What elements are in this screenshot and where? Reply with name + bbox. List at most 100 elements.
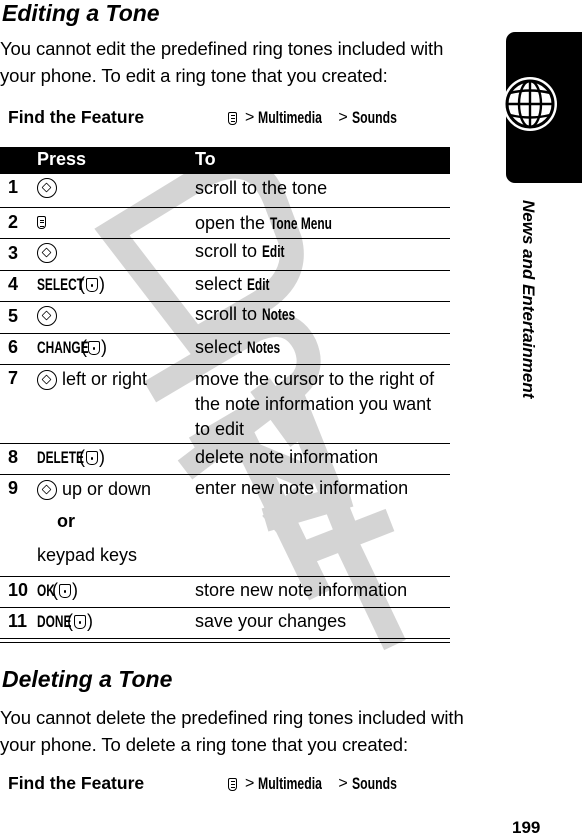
chapter-title: News and Entertainment — [512, 200, 538, 430]
action-text: scroll to — [195, 304, 263, 324]
step-action: select Notes — [195, 335, 447, 360]
menu-key-icon — [228, 777, 237, 791]
softkey-change: CHANGE — [37, 337, 89, 357]
paragraph-line: your phone. To edit a ring tone that you… — [0, 65, 388, 86]
header-to: To — [195, 149, 216, 169]
table-row: 10 OK() store new note information — [0, 577, 450, 608]
action-text: scroll to the tone — [195, 178, 328, 198]
step-number: 2 — [8, 212, 19, 232]
action-text: save your changes — [195, 611, 347, 631]
feature-path: > Multimedia > Sounds — [228, 108, 414, 128]
table-row: 8 DELETE() delete note information — [0, 444, 450, 475]
step-number: 8 — [8, 447, 19, 467]
table-row: 7 left or right move the cursor to the r… — [0, 365, 450, 444]
select-key-icon — [86, 277, 98, 292]
action-line: move the cursor to the right of — [195, 369, 435, 389]
path-item-multimedia: Multimedia — [258, 774, 323, 793]
nav-key-icon — [37, 306, 57, 326]
action-text: scroll to — [195, 241, 263, 261]
step-action: open the Tone Menu — [195, 211, 447, 236]
step-number: 6 — [8, 337, 19, 357]
instructions-table: Press To 1 scroll to the tone 2 open the… — [0, 147, 450, 643]
nav-key-icon — [37, 479, 57, 500]
path-item-sounds: Sounds — [351, 774, 397, 793]
step-number: 11 — [8, 611, 28, 631]
action-text: open the — [195, 213, 271, 233]
select-key-icon — [86, 450, 98, 465]
path-separator: > — [338, 109, 348, 126]
press-text: left or right — [62, 369, 148, 389]
step-number: 3 — [8, 243, 19, 263]
table-row: 5 scroll to Notes — [0, 302, 450, 334]
step-action: store new note information — [195, 578, 447, 603]
table-row: 3 scroll to Edit — [0, 239, 450, 271]
table-row: 1 scroll to the tone — [0, 174, 450, 208]
section-title-deleting: Deleting a Tone — [2, 666, 173, 692]
find-the-feature-label: Find the Feature — [8, 107, 145, 127]
step-action: enter new note information — [195, 476, 447, 501]
table-row: 4 SELECT() select Edit — [0, 271, 450, 302]
step-action: select Edit — [195, 272, 447, 297]
step-number: 7 — [8, 368, 19, 388]
path-separator: > — [338, 775, 348, 792]
step-number: 10 — [8, 580, 29, 600]
action-bold: Notes — [262, 305, 296, 324]
action-bold: Edit — [262, 242, 285, 261]
step-number: 9 — [8, 478, 19, 498]
select-key-icon — [59, 583, 71, 598]
path-separator: > — [245, 109, 255, 126]
action-text: delete note information — [195, 447, 379, 467]
step-number: 1 — [8, 177, 19, 197]
page-number: 199 — [512, 818, 541, 837]
table-row: 6 CHANGE() select Notes — [0, 334, 450, 365]
table-row: 2 open the Tone Menu — [0, 208, 450, 239]
step-action: move the cursor to the right of the note… — [195, 367, 447, 442]
paragraph-line: your phone. To delete a ring tone that y… — [0, 734, 409, 755]
section-title-editing: Editing a Tone — [2, 0, 160, 26]
step-action: save your changes — [195, 609, 447, 634]
action-text: select — [195, 337, 248, 357]
action-bold: Notes — [247, 338, 281, 357]
table-row: 9 up or down or keypad keys enter new no… — [0, 475, 450, 577]
nav-key-icon — [37, 243, 57, 263]
globe-icon — [503, 77, 557, 131]
header-press: Press — [37, 149, 87, 169]
action-text: select — [195, 274, 248, 294]
table-bottom-rule — [0, 639, 450, 643]
step-action: scroll to Edit — [195, 239, 447, 264]
softkey-done: DONE — [37, 611, 72, 631]
action-line: the note information you want — [195, 394, 432, 414]
action-bold: Tone Menu — [270, 214, 332, 233]
nav-key-icon — [37, 178, 57, 198]
press-or: or — [57, 511, 75, 531]
press-alt: keypad keys — [37, 545, 138, 565]
path-item-multimedia: Multimedia — [258, 108, 323, 127]
softkey-ok: OK — [37, 580, 55, 600]
action-text: enter new note information — [195, 478, 409, 498]
menu-key-icon — [37, 216, 46, 229]
select-key-icon — [74, 614, 86, 629]
paragraph-line: You cannot delete the predefined ring to… — [0, 707, 464, 728]
path-separator: > — [245, 775, 255, 792]
step-action: scroll to the tone — [195, 176, 447, 201]
nav-key-icon — [37, 369, 57, 390]
action-text: store new note information — [195, 580, 408, 600]
action-line: to edit — [195, 419, 245, 439]
softkey-delete: DELETE — [37, 447, 84, 467]
table-header: Press To — [0, 147, 450, 174]
step-number: 5 — [8, 306, 19, 326]
find-the-feature-label: Find the Feature — [8, 773, 145, 793]
softkey-select: SELECT — [37, 274, 84, 294]
table-row: 11 DONE() save your changes — [0, 608, 450, 639]
press-text: up or down — [62, 479, 152, 499]
feature-path: > Multimedia > Sounds — [228, 774, 414, 794]
select-key-icon — [88, 340, 100, 355]
paragraph-line: You cannot edit the predefined ring tone… — [0, 38, 444, 59]
path-item-sounds: Sounds — [351, 108, 397, 127]
step-number: 4 — [8, 274, 19, 294]
chapter-title-text: News and Entertainment — [519, 200, 538, 399]
step-action: scroll to Notes — [195, 302, 447, 327]
step-action: delete note information — [195, 445, 447, 470]
menu-key-icon — [228, 111, 237, 125]
action-bold: Edit — [247, 275, 270, 294]
